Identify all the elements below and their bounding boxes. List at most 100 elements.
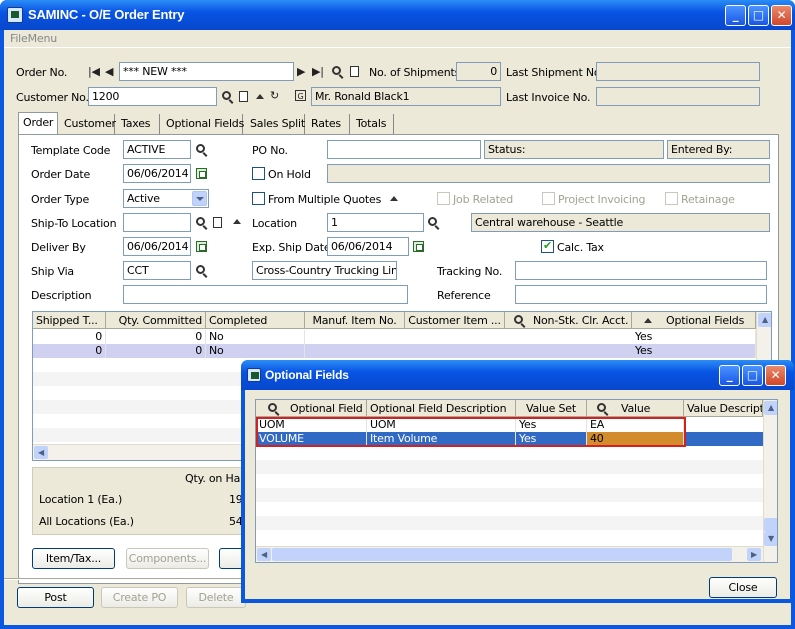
exp-ship-date-input[interactable]: 06/06/2014 [327,237,409,256]
location-search-icon[interactable] [428,217,437,226]
minimize-button[interactable]: _ [725,5,746,26]
cell-shipped: 0 [33,330,106,344]
col-value-set[interactable]: Value Set [516,400,587,417]
col-value-label: Value [621,402,651,415]
next-record-icon[interactable]: ▶ [297,66,305,78]
ship-to-new-icon[interactable] [213,217,222,228]
all-locations-label: All Locations (Ea.) [39,515,134,528]
col-manuf-item-no[interactable]: Manuf. Item No. [305,312,405,329]
project-invoicing-checkbox [542,192,555,205]
tracking-no-input[interactable] [515,261,767,280]
dialog-vertical-scrollbar[interactable]: ▲ ▼ [763,400,777,562]
gear-icon[interactable]: G [295,90,306,101]
prev-record-icon[interactable]: ◀ [105,66,113,78]
tab-customer[interactable]: Customer [60,114,116,134]
order-finder-search-icon[interactable] [332,66,341,75]
dialog-scroll-left-icon[interactable]: ◀ [257,548,271,561]
create-po-button[interactable]: Create PO [101,587,178,608]
tab-sales-split[interactable]: Sales Split [246,114,305,134]
new-customer-icon[interactable] [239,91,248,102]
close-button[interactable]: ✕ [771,5,792,26]
deliver-by-input[interactable]: 06/06/2014 [123,237,191,256]
no-of-shipments-field: 0 [456,62,501,81]
customer-search-icon[interactable] [222,91,231,100]
template-search-icon[interactable] [196,144,205,153]
scroll-left-icon[interactable]: ◀ [34,446,48,459]
ship-via-input[interactable]: CCT [123,261,191,280]
close-dialog-button[interactable]: Close [709,577,777,598]
table-row[interactable]: 0 0 No Yes [33,344,756,358]
empty-row [256,488,763,502]
dialog-scroll-thumb[interactable] [764,518,777,532]
new-order-icon[interactable] [350,66,359,77]
col-customer-item[interactable]: Customer Item ... [405,312,505,329]
from-multiple-quotes-checkbox[interactable] [252,192,265,205]
scroll-up-icon[interactable]: ▲ [758,313,771,327]
col-optional-field[interactable]: Optional Field [256,400,367,417]
col-shipped[interactable]: Shipped T... [33,312,106,329]
tab-optional-fields[interactable]: Optional Fields [162,114,244,134]
optional-fields-grid[interactable]: Optional Field Optional Field Descriptio… [255,399,778,563]
reference-input[interactable] [515,285,767,304]
order-type-dropdown-icon[interactable] [192,191,207,206]
tab-totals[interactable]: Totals [352,114,394,134]
po-no-input[interactable] [327,140,481,159]
col-value-description[interactable]: Value Descripti [684,400,763,417]
col-optional-field-label: Optional Field [290,402,363,415]
tab-order[interactable]: Order [18,112,58,134]
exp-ship-date-calendar-icon[interactable] [413,241,424,252]
dialog-title: Optional Fields [265,368,349,382]
ship-to-location-input[interactable] [123,213,191,232]
cell-optional: Yes [632,344,756,358]
exp-ship-date-label: Exp. Ship Date [252,241,331,254]
col-value[interactable]: Value [587,400,684,417]
tab-rates[interactable]: Rates [307,114,350,134]
first-record-icon[interactable]: |◀ [88,66,100,78]
last-record-icon[interactable]: ▶| [312,66,324,78]
on-hold-checkbox[interactable] [252,167,265,180]
delete-button[interactable]: Delete [186,587,246,608]
menu-bar: FileMenu [4,30,791,48]
dialog-maximize-button[interactable]: □ [742,365,763,386]
quotes-zoom-icon[interactable] [390,196,398,201]
dialog-scroll-down-icon[interactable]: ▼ [764,532,777,546]
location-label: Location [252,217,297,230]
file-menu[interactable]: FileMenu [10,32,57,45]
col-completed[interactable]: Completed [206,312,305,329]
dialog-scroll-right-icon[interactable]: ▶ [747,548,761,561]
location-qty-label: Location 1 (Ea.) [39,493,123,506]
table-row[interactable]: 0 0 No Yes [33,330,756,344]
item-tax-button[interactable]: Item/Tax... [32,548,115,569]
cell-optional: Yes [632,330,756,344]
post-button[interactable]: Post [17,587,94,608]
order-date-calendar-icon[interactable] [196,168,207,179]
col-field-description[interactable]: Optional Field Description [367,400,516,417]
ship-via-search-icon[interactable] [196,265,205,274]
refresh-icon[interactable]: ↻ [270,90,279,102]
order-no-input[interactable]: *** NEW *** [119,62,294,81]
tab-taxes[interactable]: Taxes [117,114,160,134]
order-date-input[interactable]: 06/06/2014 [123,164,191,183]
customer-zoom-icon[interactable] [256,94,264,99]
dialog-minimize-button[interactable]: _ [719,365,740,386]
location-input[interactable]: 1 [327,213,424,232]
dialog-close-icon[interactable]: ✕ [765,365,786,386]
ship-via-description-field[interactable]: Cross-Country Trucking Lines [252,261,397,280]
dialog-horizontal-scrollbar[interactable]: ◀ ▶ [256,546,763,562]
dialog-hscroll-thumb[interactable] [272,548,732,561]
components-button[interactable]: Components... [126,548,209,569]
template-code-input[interactable]: ACTIVE [123,140,191,159]
calc-tax-checkbox[interactable] [541,239,554,253]
col-non-stk-clr-acct[interactable]: Non-Stk. Clr. Acct. [505,312,632,329]
ship-to-search-icon[interactable] [196,217,205,226]
col-qty-committed[interactable]: Qty. Committed [106,312,206,329]
maximize-button[interactable]: □ [748,5,769,26]
dialog-scroll-up-icon[interactable]: ▲ [764,401,777,415]
deliver-by-calendar-icon[interactable] [196,241,207,252]
ship-to-zoom-icon[interactable] [233,219,241,224]
ship-via-label: Ship Via [31,265,74,278]
customer-no-input[interactable]: 1200 [88,87,217,106]
description-input[interactable] [123,285,408,304]
col-optional-fields[interactable]: Optional Fields [632,312,756,329]
cell-completed: No [206,330,305,344]
